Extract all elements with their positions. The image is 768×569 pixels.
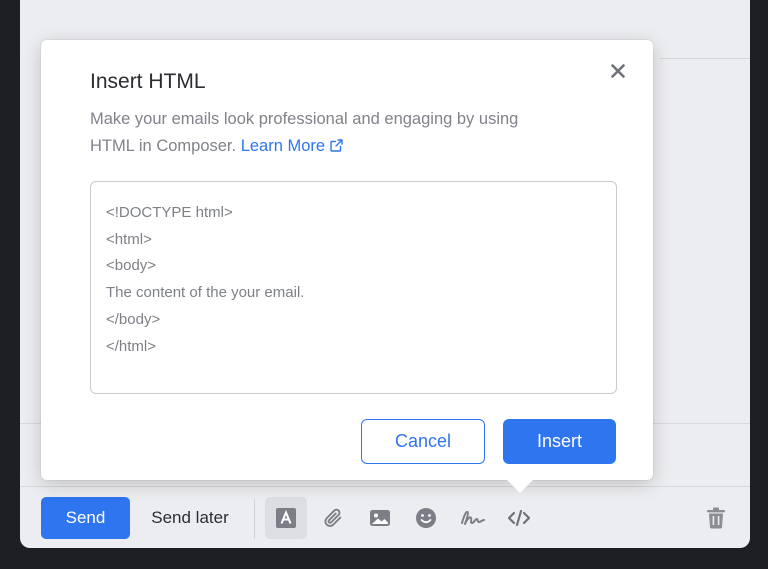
learn-more-label: Learn More [240,137,326,155]
compose-field-divider [660,58,750,59]
text-format-button[interactable] [265,497,307,539]
external-link-icon [330,139,343,152]
dialog-title: Insert HTML [90,70,206,93]
composer-toolbar: Send Send later [20,486,750,548]
send-button[interactable]: Send [41,497,130,539]
toolbar-separator [254,499,255,539]
attachment-icon [322,507,344,529]
close-icon [611,63,625,83]
emoji-icon [415,507,437,529]
code-icon [507,508,531,528]
learn-more-link[interactable]: Learn More [241,137,343,155]
insert-html-button[interactable] [498,497,540,539]
cancel-button[interactable]: Cancel [361,419,485,464]
send-later-button[interactable]: Send later [140,497,240,539]
close-button[interactable] [605,60,631,86]
emoji-button[interactable] [405,497,447,539]
html-code-input[interactable]: <!DOCTYPE html> <html> <body> The conten… [90,181,617,394]
text-format-icon [276,508,296,528]
insert-button[interactable]: Insert [503,419,616,464]
signature-button[interactable] [452,497,494,539]
insert-image-button[interactable] [359,497,401,539]
signature-icon [460,508,486,528]
attach-button[interactable] [312,497,354,539]
popover-arrow [507,480,533,493]
image-icon [369,508,391,528]
insert-html-dialog: Insert HTML Make your emails look profes… [41,40,653,493]
dialog-description: Make your emails look professional and e… [90,106,530,160]
trash-icon [706,507,726,529]
discard-button[interactable] [695,497,737,539]
